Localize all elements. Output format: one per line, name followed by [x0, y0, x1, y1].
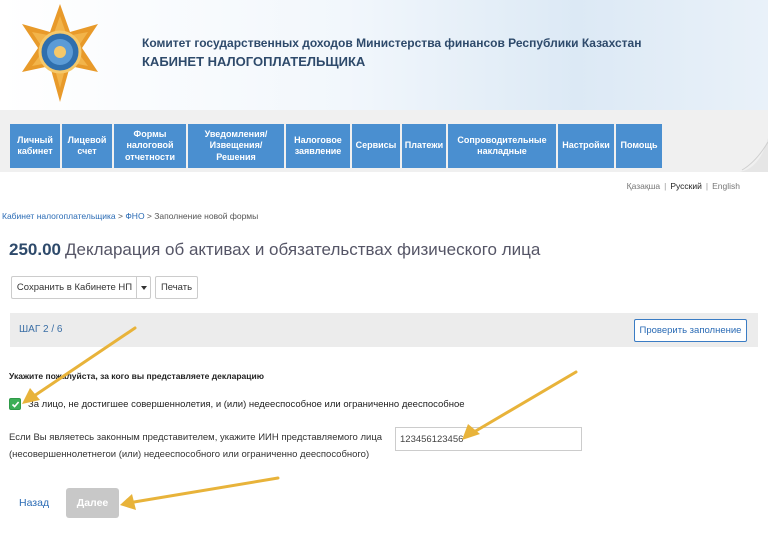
page-curl-icon [740, 138, 768, 172]
caret-down-icon [140, 285, 147, 290]
nav-item-personal-account[interactable]: Лицевой счет [62, 124, 112, 168]
save-dropdown-button[interactable] [136, 276, 151, 299]
nav-item-tax-application[interactable]: Налоговое заявление [286, 124, 350, 168]
language-switcher: Қазақша | Русский | English [627, 181, 740, 191]
iin-label: Если Вы являетесь законным представителе… [9, 429, 382, 463]
breadcrumb-sep: > [144, 211, 155, 221]
annotation-arrow [472, 370, 578, 434]
representation-question: Укажите пожалуйста, за кого вы представл… [9, 371, 264, 381]
breadcrumb-home[interactable]: Кабинет налогоплательщика [2, 211, 116, 221]
nav-item-tax-forms[interactable]: Формы налоговой отчетности [114, 124, 186, 168]
org-name: Комитет государственных доходов Министер… [142, 36, 642, 50]
check-filling-button[interactable]: Проверить заполнение [634, 319, 747, 342]
nav-item-settings[interactable]: Настройки [558, 124, 614, 168]
lang-separator: | [705, 181, 709, 191]
nav-item-payments[interactable]: Платежи [402, 124, 446, 168]
nav-item-personal-cabinet[interactable]: Личный кабинет [10, 124, 60, 168]
iin-input[interactable] [395, 427, 582, 451]
breadcrumb-sep: > [115, 211, 126, 221]
iin-label-line1: Если Вы являетесь законным представителе… [9, 432, 383, 443]
minor-incapable-checkbox[interactable] [9, 398, 21, 410]
nav-item-waybills[interactable]: Сопроводительные накладные [448, 124, 556, 168]
lang-separator: | [664, 181, 667, 191]
annotation-arrowhead [120, 494, 136, 510]
step-indicator: ШАГ 2 / 6 [19, 324, 63, 335]
form-code: 250.00 [9, 240, 61, 259]
breadcrumb-current: Заполнение новой формы [154, 211, 259, 221]
nav-item-notifications[interactable]: Уведомления/ Извещения/ Решения [188, 124, 284, 168]
checkmark-icon [11, 401, 20, 408]
checkbox-label[interactable]: За лицо, не достигшее совершеннолетия, и… [28, 399, 465, 410]
page-title: 250.00 Декларация об активах и обязательс… [9, 240, 540, 260]
nav-item-services[interactable]: Сервисы [352, 124, 400, 168]
print-button[interactable]: Печать [155, 276, 198, 299]
lang-russian[interactable]: Русский [670, 181, 702, 191]
annotation-arrow [132, 476, 280, 504]
main-nav: Личный кабинет Лицевой счет Формы налого… [10, 124, 662, 168]
back-link[interactable]: Назад [19, 497, 49, 509]
lang-english[interactable]: English [712, 181, 740, 191]
form-title: Декларация об активах и обязательствах ф… [65, 240, 541, 259]
breadcrumb-fno[interactable]: ФНО [125, 211, 144, 221]
next-button[interactable]: Далее [66, 488, 119, 518]
lang-kazakh[interactable]: Қазақша [627, 181, 660, 191]
nav-item-help[interactable]: Помощь [616, 124, 662, 168]
site-header: Комитет государственных доходов Министер… [0, 0, 768, 110]
breadcrumb: Кабинет налогоплательщика > ФНО > Заполн… [2, 211, 258, 221]
cabinet-name: КАБИНЕТ НАЛОГОПЛАТЕЛЬЩИКА [142, 54, 366, 69]
save-button[interactable]: Сохранить в Кабинете НП [11, 276, 137, 299]
iin-label-line2: (несовершеннолетнегои (или) недееспособн… [9, 449, 370, 460]
emblem-logo[interactable] [20, 2, 100, 106]
